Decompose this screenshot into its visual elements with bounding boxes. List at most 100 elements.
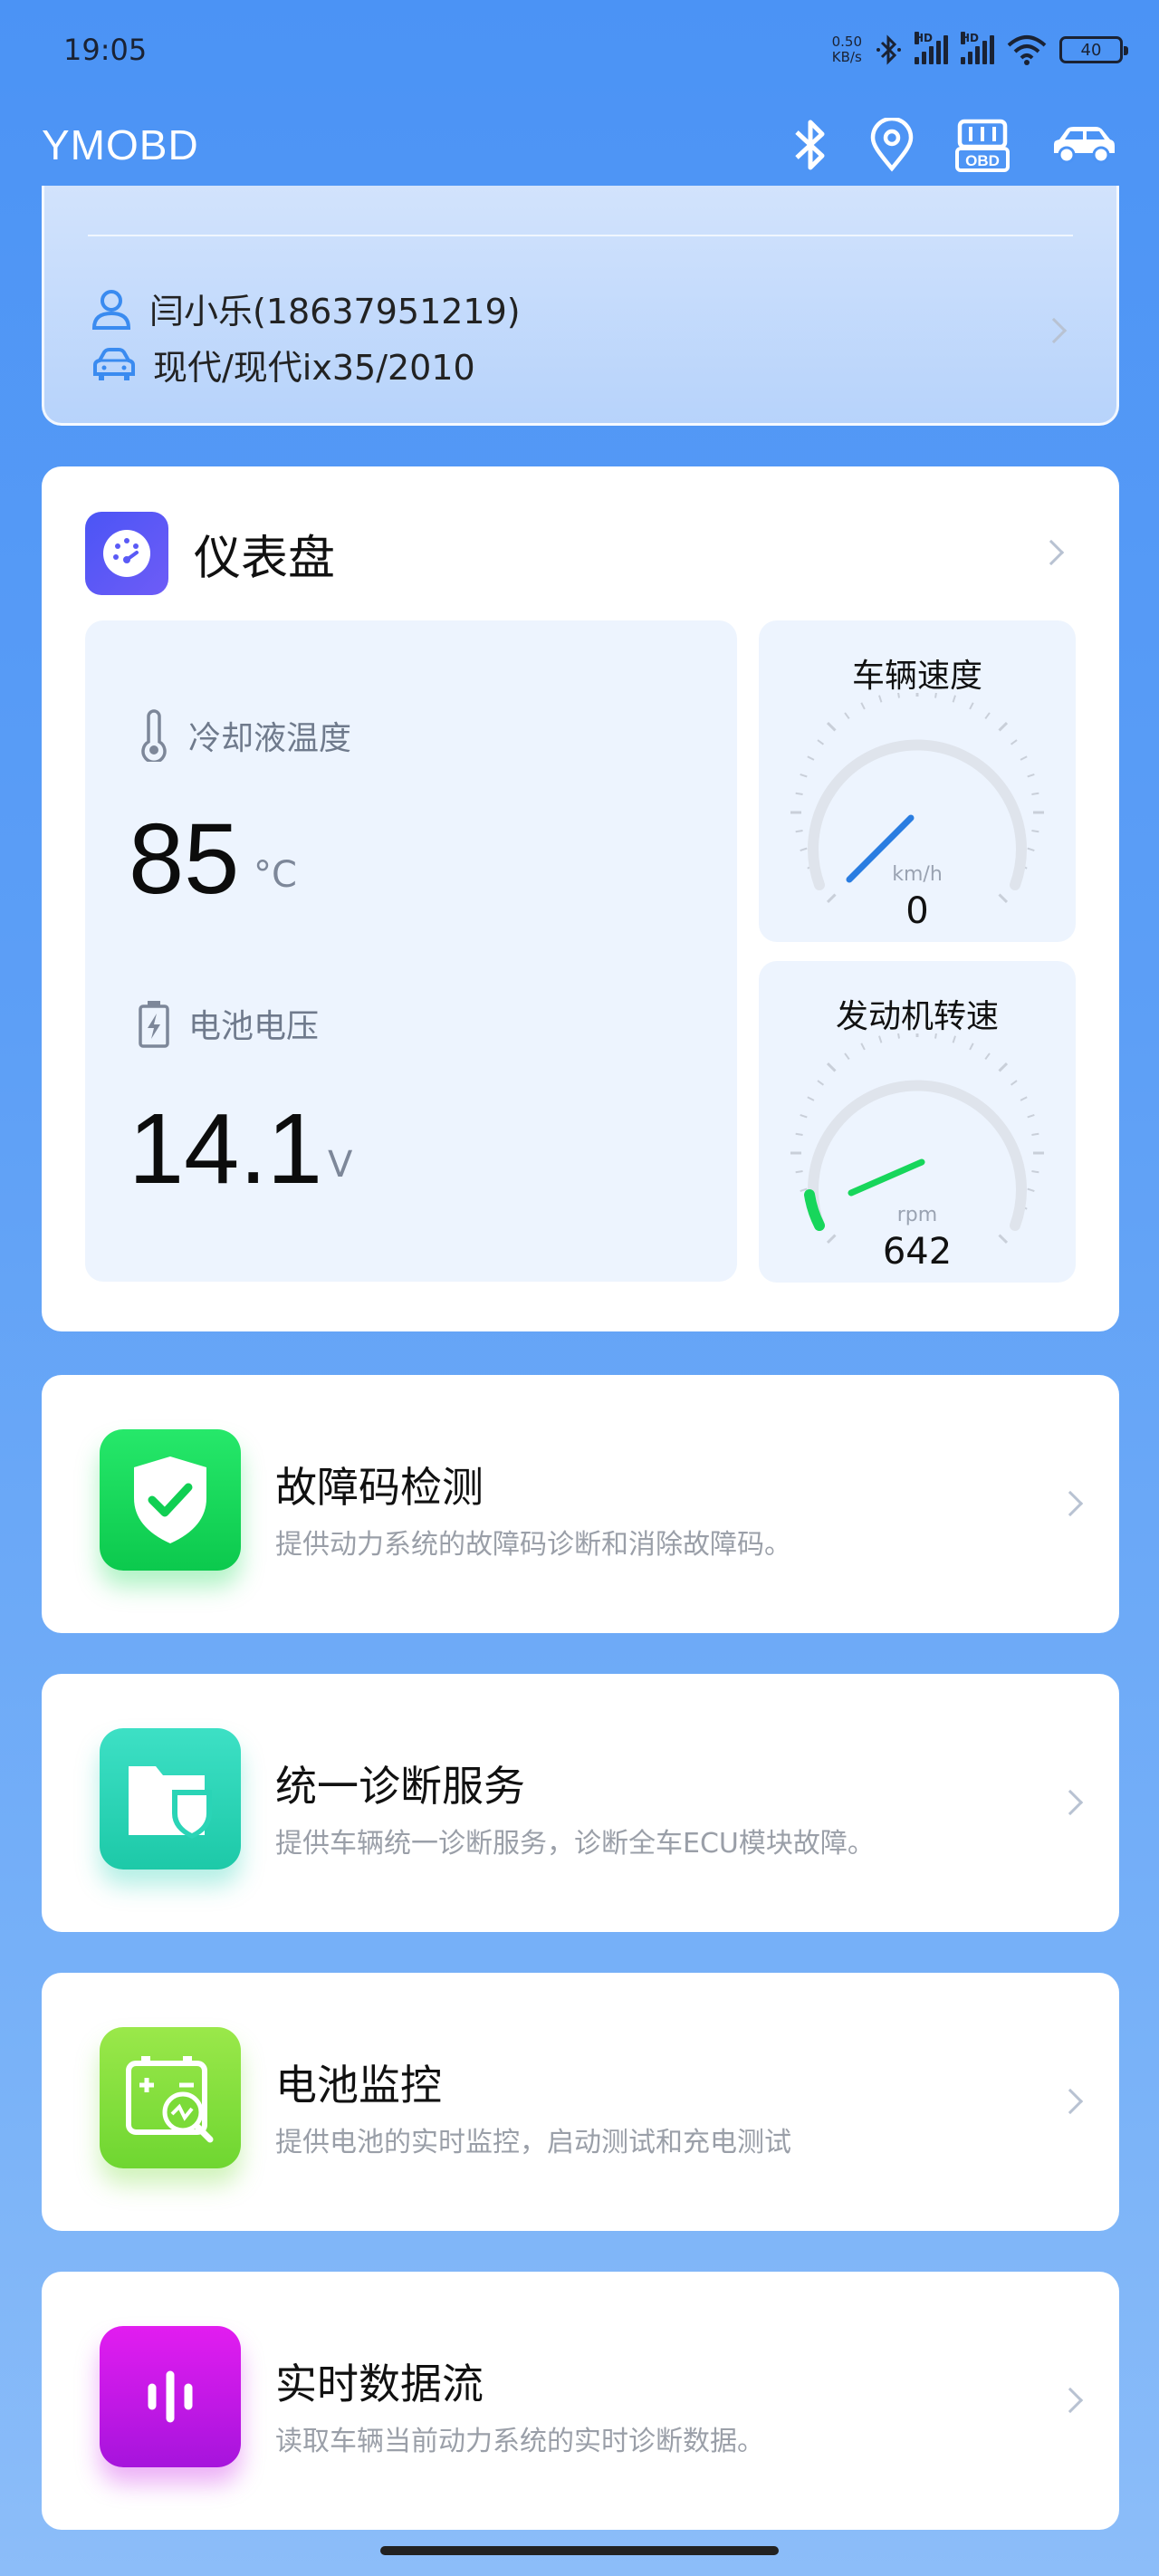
gauge-tick <box>844 712 850 720</box>
gauge-tick <box>860 702 866 710</box>
battery-voltage-label: 电池电压 <box>188 1008 320 1045</box>
wifi-icon <box>1007 35 1047 65</box>
data-stream-icon <box>100 2326 241 2467</box>
gauge-tick <box>795 792 803 795</box>
speed-unit: km/h <box>892 863 943 886</box>
status-time: 19:05 <box>63 33 148 67</box>
gauge-tick <box>969 702 974 710</box>
signal-1-icon: HD <box>915 32 948 64</box>
gauge-tick <box>844 1053 850 1061</box>
battery-level: 40 <box>1080 40 1102 60</box>
gauge-tick <box>860 1043 866 1051</box>
gauge-tick <box>800 1114 808 1119</box>
location-icon[interactable] <box>869 118 915 172</box>
dashboard-title: 仪表盘 <box>194 531 336 586</box>
car-icon[interactable] <box>1050 124 1117 166</box>
gauge-tick <box>1031 1132 1039 1136</box>
chevron-right-icon <box>1040 317 1068 344</box>
gauge-tick <box>934 1033 937 1039</box>
chevron-right-icon <box>1057 2088 1084 2115</box>
rpm-value: 642 <box>882 1231 953 1273</box>
gauge-tick <box>1031 792 1039 795</box>
user-icon <box>91 289 131 330</box>
gauge-tick <box>1027 774 1035 778</box>
feature-card-battery[interactable]: 电池监控 提供电池的实时监控，启动测试和充电测试 <box>42 1973 1119 2231</box>
dashboard-header[interactable]: 仪表盘 <box>85 512 335 595</box>
rpm-gauge-title: 发动机转速 <box>835 998 999 1035</box>
gauge-tick <box>1010 1080 1018 1086</box>
gauge-tick <box>795 1170 803 1174</box>
gauge-tick <box>998 1062 1009 1072</box>
feature-title: 实时数据流 <box>275 2360 484 2408</box>
rpm-unit: rpm <box>896 1204 938 1226</box>
gauge-tick <box>1027 1114 1035 1119</box>
gauge-tick <box>897 693 900 698</box>
gauge-tick <box>969 1043 974 1051</box>
gauge-tick <box>817 1080 825 1086</box>
gauge-tick <box>817 739 825 745</box>
gauge-tick <box>897 1033 900 1039</box>
obd-icon-label: OBD <box>965 152 1000 169</box>
vehicle-model: 现代/现代ix35/2010 <box>153 348 475 388</box>
battery-voltage-label-row: 电池电压 <box>136 999 319 1048</box>
feature-card-dtc[interactable]: 故障码检测 提供动力系统的故障码诊断和消除故障码。 <box>42 1375 1119 1633</box>
gauge-tick <box>952 695 956 703</box>
gauge-tick <box>984 712 991 720</box>
gauge-tick <box>984 1053 991 1061</box>
gauge-tick <box>1010 739 1018 745</box>
feature-title: 故障码检测 <box>275 1463 484 1512</box>
gauge-tick <box>800 847 808 851</box>
thermometer-icon <box>141 709 167 762</box>
gauge-tick <box>934 693 937 698</box>
feature-description: 提供车辆统一诊断服务，诊断全车ECU模块故障。 <box>275 1828 875 1860</box>
chevron-right-icon[interactable] <box>1038 539 1065 566</box>
coolant-value: 85 <box>129 803 240 915</box>
chevron-right-icon <box>1057 1490 1084 1517</box>
dashboard-card: 仪表盘 冷却液温度 85 °C 电池电压 14.1 V 车辆速度 km/h 0 … <box>42 466 1119 1331</box>
gauge-tick <box>807 1096 815 1101</box>
gauge-tick <box>1031 1170 1039 1174</box>
gauge-tick <box>800 774 808 778</box>
user-row: 闫小乐(18637951219) <box>91 284 521 333</box>
feature-card-datastream[interactable]: 实时数据流 读取车辆当前动力系统的实时诊断数据。 <box>42 2272 1119 2530</box>
bluetooth-status-icon <box>876 34 901 65</box>
divider <box>88 235 1073 236</box>
gauge-tick <box>826 721 837 732</box>
network-speed-value: 0.50 <box>831 34 862 50</box>
coolant-label: 冷却液温度 <box>188 720 352 757</box>
chevron-right-icon <box>1057 2387 1084 2414</box>
battery-icon: 40 <box>1059 36 1128 63</box>
home-indicator[interactable] <box>380 2546 779 2555</box>
gauge-tick <box>878 1035 883 1043</box>
feature-description: 读取车辆当前动力系统的实时诊断数据。 <box>275 2426 764 2457</box>
battery-voltage-value: 14.1 <box>129 1093 323 1205</box>
rpm-needle <box>848 1158 925 1197</box>
dashboard-icon <box>85 512 168 595</box>
app-bar-actions: OBD <box>791 117 1117 173</box>
gauge-tick <box>952 1035 956 1043</box>
feature-description: 提供动力系统的故障码诊断和消除故障码。 <box>275 1529 791 1561</box>
feature-card-uds[interactable]: 统一诊断服务 提供车辆统一诊断服务，诊断全车ECU模块故障。 <box>42 1674 1119 1932</box>
battery-monitor-icon <box>100 2027 241 2168</box>
vehicle-icon <box>93 347 135 380</box>
gauge-tick <box>826 1062 837 1072</box>
feature-title: 电池监控 <box>275 2061 442 2110</box>
coolant-battery-panel: 冷却液温度 85 °C 电池电压 14.1 V <box>85 620 737 1282</box>
user-vehicle-card[interactable]: 闫小乐(18637951219) 现代/现代ix35/2010 <box>42 186 1119 426</box>
speed-value: 0 <box>905 890 929 932</box>
gauge-tick <box>795 1132 803 1136</box>
coolant-unit: °C <box>254 854 297 896</box>
gauge-tick <box>1020 755 1028 761</box>
gauge-tick <box>807 755 815 761</box>
battery-charge-icon <box>139 1001 169 1048</box>
network-speed-unit: KB/s <box>831 49 862 65</box>
bluetooth-icon[interactable] <box>791 117 829 173</box>
gauge-tick <box>998 721 1009 732</box>
gauge-tick <box>1027 847 1035 851</box>
speed-gauge-title: 车辆速度 <box>851 658 982 695</box>
coolant-label-row: 冷却液温度 <box>136 709 351 762</box>
signal-1-label: HD <box>915 32 934 44</box>
chevron-right-icon <box>1057 1789 1084 1816</box>
obd-icon[interactable]: OBD <box>954 118 1011 172</box>
rpm-gauge-panel: 发动机转速 rpm 642 <box>759 961 1076 1283</box>
